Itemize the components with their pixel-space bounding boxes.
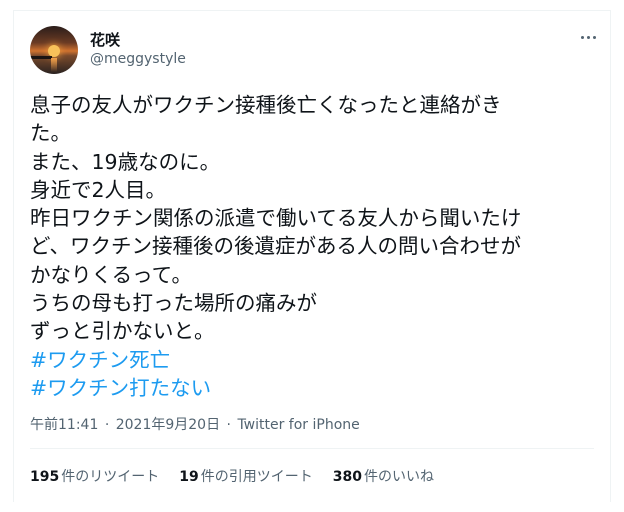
tweet-line: かなりくるって。 — [30, 262, 192, 287]
tweet-line: うちの母も打った場所の痛みが — [30, 291, 317, 316]
quotes-count: 19 — [179, 469, 199, 485]
tweet-stats: 195 件のリツイート 19 件の引用ツイート 380 件のいいね — [30, 466, 454, 486]
tweet-text: 息子の友人がワクチン接種後亡くなったと連絡がき た。 また、19歳なのに。 身近… — [30, 91, 590, 402]
divider — [30, 448, 594, 449]
likes-count: 380 — [332, 469, 362, 485]
likes-label: 件のいいね — [363, 469, 434, 485]
tweet-line: 昨日ワクチン関係の派遣で働いてる友人から聞いたけ — [30, 206, 522, 231]
retweets-stat[interactable]: 195 件のリツイート — [30, 466, 159, 486]
user-handle[interactable]: @meggystyle — [90, 51, 186, 67]
avatar-land — [30, 56, 52, 59]
tweet-line: 息子の友人がワクチン接種後亡くなったと連絡がき — [30, 93, 502, 117]
hashtag-link[interactable]: #ワクチン死亡 — [30, 346, 590, 374]
retweets-label: 件のリツイート — [61, 469, 160, 485]
hashtag-link[interactable]: #ワクチン打たない — [30, 374, 590, 402]
tweet-meta: 午前11:41 · 2021年9月20日 · Twitter for iPhon… — [30, 414, 360, 434]
meta-separator: · — [104, 417, 110, 433]
tweet-line: た。 — [30, 121, 71, 146]
quotes-label: 件の引用ツイート — [200, 469, 313, 485]
tweet-line: ずっと引かないと。 — [30, 319, 215, 344]
avatar[interactable] — [30, 26, 78, 74]
meta-separator: · — [226, 417, 231, 433]
tweet-line: ど、ワクチン接種後の後遺症がある人の問い合わせが — [30, 234, 521, 259]
display-name[interactable]: 花咲 — [90, 29, 120, 50]
tweet-time[interactable]: 午前11:41 — [30, 417, 98, 433]
more-options-icon[interactable] — [578, 30, 598, 44]
tweet-date[interactable]: 2021年9月20日 — [116, 417, 220, 433]
retweets-count: 195 — [30, 469, 60, 485]
tweet-line: 身近で2人目。 — [30, 177, 167, 202]
avatar-reflection — [51, 58, 57, 72]
quotes-stat[interactable]: 19 件の引用ツイート — [179, 466, 312, 486]
likes-stat[interactable]: 380 件のいいね — [333, 466, 434, 486]
tweet-source[interactable]: Twitter for iPhone — [237, 417, 359, 433]
tweet-line: また、19歳なのに。 — [30, 149, 221, 174]
